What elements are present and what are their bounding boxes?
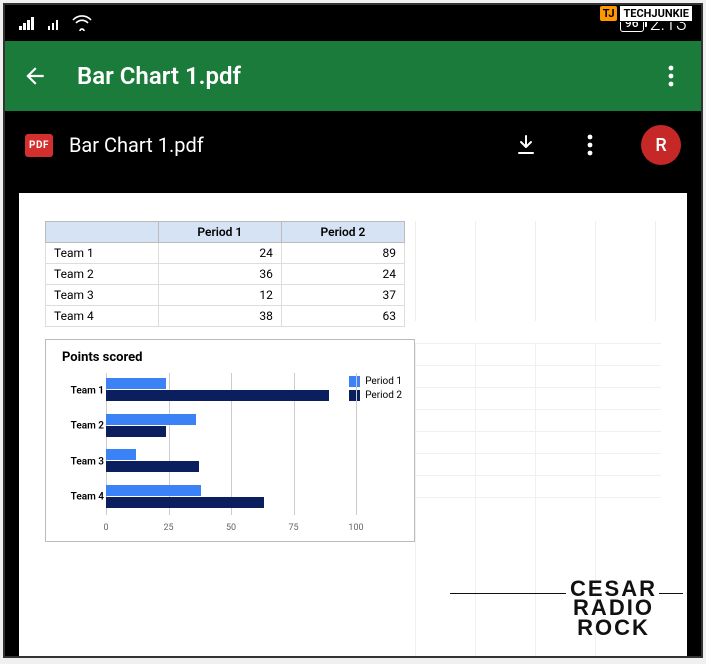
chart-container: Points scored Period 1 Period 2 0 25 50 75 1… [45, 339, 415, 542]
legend-label: Period 1 [365, 376, 402, 387]
app-bar-title: Bar Chart 1.pdf [77, 62, 657, 90]
legend-label: Period 2 [365, 390, 402, 401]
tj-logo-text: TECHJUNKIE [619, 5, 693, 22]
table-cell: 24 [158, 243, 281, 264]
bar [106, 461, 199, 472]
file-overflow-button[interactable] [577, 132, 603, 158]
table-row: Team 12489 [46, 243, 405, 264]
table-cell: 63 [281, 306, 404, 327]
file-name: Bar Chart 1.pdf [69, 133, 204, 157]
table-header: Period 1 [158, 222, 281, 243]
cesar-radio-rock-watermark: CESAR RADIO ROCK [570, 579, 657, 638]
table-header: Period 2 [281, 222, 404, 243]
table-cell: 12 [158, 285, 281, 306]
bar [106, 378, 166, 389]
bar [106, 390, 329, 401]
spreadsheet-grid-icon [415, 221, 663, 321]
table-row: Team 43863 [46, 306, 405, 327]
account-avatar[interactable]: R [641, 125, 681, 165]
bar [106, 485, 201, 496]
bar [106, 426, 166, 437]
bar [106, 414, 196, 425]
y-category-label: Team 3 [58, 456, 104, 467]
app-bar-overflow-button[interactable] [657, 65, 685, 87]
table-cell: 89 [281, 243, 404, 264]
techjunkie-watermark: TJ TECHJUNKIE [600, 5, 693, 22]
status-bar: 96 2:13 [5, 5, 701, 41]
y-category-label: Team 1 [58, 385, 104, 396]
table-header [46, 222, 159, 243]
table-cell: 24 [281, 264, 404, 285]
chart-title: Points scored [62, 350, 402, 365]
table-cell: 38 [158, 306, 281, 327]
bar [106, 497, 264, 508]
x-tick-label: 50 [226, 523, 236, 533]
y-category-label: Team 2 [58, 421, 104, 432]
bar [106, 449, 136, 460]
x-tick-label: 100 [348, 523, 363, 533]
tj-logo-badge: TJ [600, 6, 618, 21]
chart-legend: Period 1 Period 2 [349, 376, 402, 404]
gridline [356, 373, 357, 515]
data-table: Period 1Period 2 Team 12489Team 23624Tea… [45, 221, 405, 327]
avatar-initial: R [655, 135, 666, 156]
download-button[interactable] [513, 132, 539, 158]
signal-icon [19, 16, 34, 30]
table-row-label: Team 2 [46, 264, 159, 285]
x-tick-label: 0 [103, 523, 108, 533]
y-category-label: Team 4 [58, 492, 104, 503]
table-row-label: Team 1 [46, 243, 159, 264]
app-bar: Bar Chart 1.pdf [5, 41, 701, 111]
file-info-row: PDF Bar Chart 1.pdf R [5, 111, 701, 179]
table-cell: 37 [281, 285, 404, 306]
table-cell: 36 [158, 264, 281, 285]
wifi-icon [72, 15, 92, 31]
back-button[interactable] [21, 62, 49, 90]
chart-plot-area: 0255075100Team 1Team 2Team 3Team 4 [106, 373, 356, 533]
x-tick-label: 25 [163, 523, 173, 533]
x-tick-label: 75 [288, 523, 298, 533]
watermark-line: ROCK [570, 618, 657, 638]
table-row-label: Team 4 [46, 306, 159, 327]
document-viewport[interactable]: Period 1Period 2 Team 12489Team 23624Tea… [5, 179, 701, 656]
table-row: Team 23624 [46, 264, 405, 285]
table-row-label: Team 3 [46, 285, 159, 306]
table-row: Team 31237 [46, 285, 405, 306]
pdf-badge-icon: PDF [25, 134, 53, 157]
pdf-page: Period 1Period 2 Team 12489Team 23624Tea… [19, 193, 687, 656]
signal-icon-2 [48, 16, 59, 30]
